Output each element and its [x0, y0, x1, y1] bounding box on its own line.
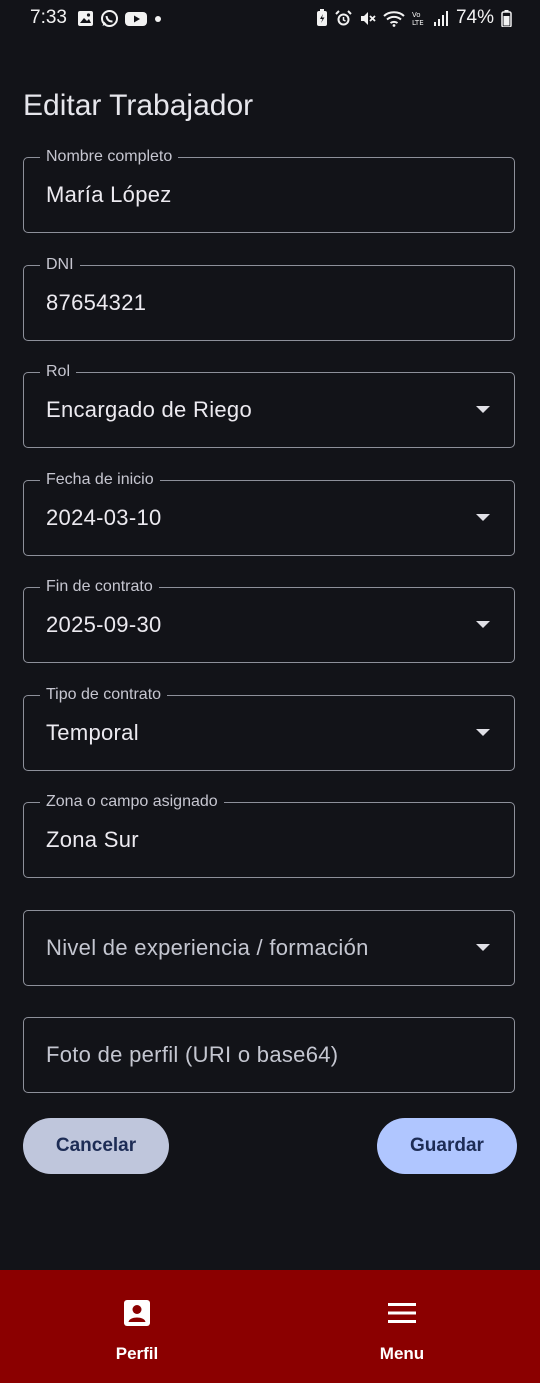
- nav-item-menu[interactable]: Menu: [267, 1270, 537, 1383]
- battery-percent: 74%: [455, 7, 494, 28]
- battery-icon: [501, 9, 512, 27]
- alarm-icon: [335, 9, 352, 27]
- contract-end-value: 2025-09-30: [46, 612, 162, 637]
- full-name-value: María López: [46, 182, 172, 207]
- contract-type-dropdown[interactable]: Tipo de contrato Temporal: [23, 685, 515, 771]
- chevron-down-icon: [476, 944, 490, 951]
- save-button[interactable]: Guardar: [377, 1118, 517, 1174]
- menu-icon: [388, 1298, 416, 1328]
- contract-end-dropdown[interactable]: Fin de contrato 2025-09-30: [23, 577, 515, 663]
- battery-saver-icon: [316, 9, 328, 27]
- nav-label-profile: Perfil: [115, 1344, 159, 1363]
- dot-icon: [153, 14, 163, 24]
- chevron-down-icon: [476, 406, 490, 413]
- svg-text:Vo: Vo: [412, 11, 421, 19]
- chevron-down-icon: [476, 729, 490, 736]
- experience-level-dropdown[interactable]: Nivel de experiencia / formación: [23, 910, 515, 986]
- signal-icon: [433, 10, 449, 26]
- volte-icon: Vo LTE: [412, 10, 426, 27]
- dni-label: DNI: [40, 255, 80, 275]
- profile-icon: [123, 1298, 151, 1328]
- youtube-icon: [125, 11, 147, 27]
- dni-field[interactable]: DNI 87654321: [23, 255, 515, 341]
- chevron-down-icon: [476, 514, 490, 521]
- contract-type-label: Tipo de contrato: [40, 685, 168, 705]
- experience-level-placeholder: Nivel de experiencia / formación: [46, 935, 369, 960]
- profile-photo-placeholder: Foto de perfil (URI o base64): [46, 1042, 339, 1067]
- start-date-label: Fecha de inicio: [40, 470, 160, 490]
- mute-icon: [359, 10, 376, 27]
- gallery-icon: [77, 10, 94, 27]
- assigned-zone-label: Zona o campo asignado: [40, 792, 224, 812]
- full-name-field[interactable]: Nombre completo María López: [23, 147, 515, 233]
- nav-label-menu: Menu: [379, 1344, 425, 1363]
- chevron-down-icon: [476, 621, 490, 628]
- page-title: Editar Trabajador: [23, 89, 254, 122]
- dni-value: 87654321: [46, 290, 147, 315]
- status-time: 7:33: [30, 7, 67, 28]
- role-label: Rol: [40, 362, 77, 382]
- cancel-button[interactable]: Cancelar: [23, 1118, 169, 1174]
- bottom-navigation: Perfil Menu: [0, 1270, 540, 1383]
- profile-photo-field[interactable]: Foto de perfil (URI o base64): [23, 1017, 515, 1093]
- nav-item-profile[interactable]: Perfil: [2, 1270, 272, 1383]
- assigned-zone-value: Zona Sur: [46, 827, 139, 852]
- wifi-icon: [383, 10, 405, 27]
- start-date-dropdown[interactable]: Fecha de inicio 2024-03-10: [23, 470, 515, 556]
- status-bar: 7:33 Vo LTE 74%: [0, 0, 540, 38]
- assigned-zone-field[interactable]: Zona o campo asignado Zona Sur: [23, 792, 515, 878]
- full-name-label: Nombre completo: [40, 147, 179, 167]
- svg-text:LTE: LTE: [412, 19, 424, 27]
- role-value: Encargado de Riego: [46, 397, 252, 422]
- contract-type-value: Temporal: [46, 720, 139, 745]
- start-date-value: 2024-03-10: [46, 505, 162, 530]
- role-dropdown[interactable]: Rol Encargado de Riego: [23, 362, 515, 448]
- whatsapp-icon: [100, 9, 119, 28]
- contract-end-label: Fin de contrato: [40, 577, 159, 597]
